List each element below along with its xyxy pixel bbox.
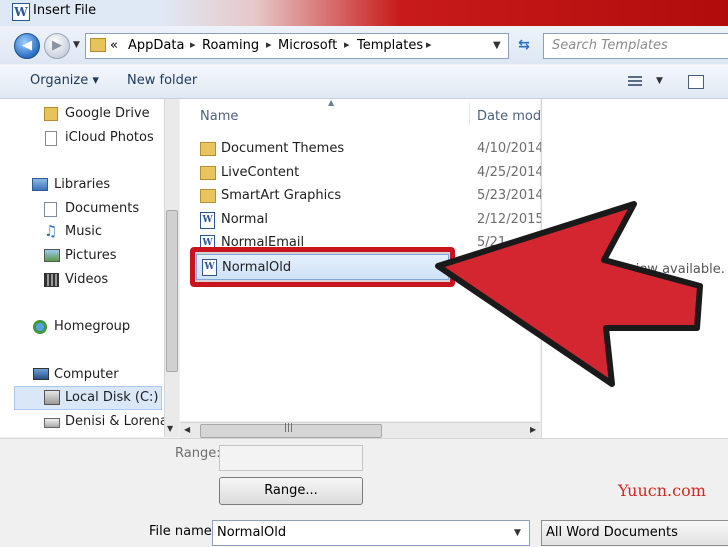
red-arrow-icon (435, 201, 703, 387)
annotation-arrow (435, 201, 703, 387)
